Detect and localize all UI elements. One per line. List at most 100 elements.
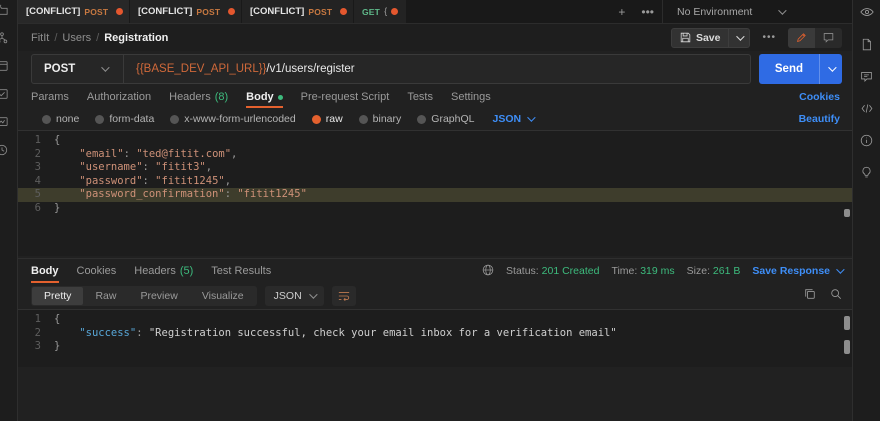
response-scroll-mark [844,340,850,354]
tab-params[interactable]: Params [31,86,69,108]
method-selector[interactable]: POST [32,55,124,83]
search-icon[interactable] [830,287,842,305]
code-token: { [54,134,60,146]
comment-mode-button[interactable] [815,28,842,48]
api-branch-icon[interactable] [0,32,8,44]
tab-tests[interactable]: Tests [407,86,433,108]
radio-label: GraphQL [431,113,474,125]
comments-icon[interactable] [860,70,873,88]
unsaved-dot-icon [228,8,235,15]
request-tab-strip: [CONFLICT]POSTRegi...[CONFLICT]POSTLogin… [18,0,852,24]
send-button[interactable]: Send [759,54,842,84]
view-tab-pretty[interactable]: Pretty [32,287,83,305]
body-type-options: none form-data x-www-form-urlencoded raw bin… [18,108,852,130]
method-value: POST [44,63,75,75]
response-section-tabs: Body Cookies Headers(5) Test Results Status:… [18,258,852,283]
tab-label: Body [246,91,274,103]
request-tab[interactable]: [CONFLICT]POSTLogin [130,0,242,23]
unsaved-dot-icon [116,8,123,15]
code-token: "fitit1245" [155,175,225,187]
code-token: } [54,340,60,352]
response-language: JSON [274,290,302,302]
breadcrumb-item[interactable]: Users [62,32,91,44]
code-token: : [136,327,149,339]
body-type-binary[interactable]: binary [359,113,402,125]
code-snippet-icon[interactable] [860,102,874,120]
environment-icon[interactable] [0,60,8,72]
new-tab-button[interactable]: + [610,0,633,23]
radio-icon [170,115,179,124]
monitor-icon[interactable] [0,116,8,128]
tab-headers[interactable]: Headers(8) [169,86,228,108]
line-number: 6 [18,202,54,216]
history-icon[interactable] [0,144,8,156]
view-tab-preview[interactable]: Preview [128,287,189,305]
mock-server-icon[interactable] [0,88,8,100]
tab-options-button[interactable]: ••• [633,0,662,23]
save-response-button[interactable]: Save Response [752,265,842,277]
response-tab-headers[interactable]: Headers(5) [134,259,193,283]
request-tab[interactable]: GET{ [354,0,407,23]
response-meta: Status: 201 CreatedTime: 319 msSize: 261… [482,264,842,279]
body-type-raw[interactable]: raw [312,113,343,125]
url-variable: {{BASE_DEV_API_URL}} [136,63,266,75]
more-actions-button[interactable]: ••• [758,32,780,43]
breadcrumb-item[interactable]: Registration [104,32,168,44]
code-line: 2 "success": "Registration successful, c… [18,327,852,341]
edit-mode-button[interactable] [788,28,815,48]
response-body-editor[interactable]: 1{2 "success": "Registration successful,… [18,309,852,367]
body-type-form-data[interactable]: form-data [95,113,154,125]
request-body-editor[interactable]: 1{2 "email": "ted@fitit.com",3 "username… [18,130,852,256]
editor-scroll-mark [844,209,850,217]
wrap-lines-button[interactable] [332,286,356,306]
response-view-tabs: PrettyRawPreviewVisualize [31,286,257,306]
save-options-button[interactable] [728,29,749,47]
info-icon[interactable] [860,134,873,152]
breadcrumb-item[interactable]: FitIt [31,32,49,44]
copy-icon[interactable] [804,287,816,305]
green-dot-icon [278,95,283,100]
url-input[interactable]: {{BASE_DEV_API_URL}}/v1/users/register [124,55,367,83]
tab-body[interactable]: Body [246,86,283,108]
collections-icon[interactable] [0,4,8,16]
save-label: Save [696,32,721,44]
line-number: 1 [18,134,54,148]
environment-selector[interactable]: No Environment [662,0,852,23]
code-token: { [54,313,60,325]
code-token [54,188,79,200]
line-number: 2 [18,327,54,341]
send-options-button[interactable] [819,54,842,84]
tab-pre-request-script[interactable]: Pre-request Script [301,86,390,108]
code-token: "password_confirmation" [79,188,224,200]
request-tab[interactable]: [CONFLICT]POSTLogo... [242,0,354,23]
code-token [54,175,79,187]
response-tab-test-results[interactable]: Test Results [211,259,271,283]
request-section-tabs: Params Authorization Headers(8) Body Pre-req… [18,86,852,108]
tab-method-label: POST [196,7,220,17]
documentation-icon[interactable] [860,38,873,56]
environment-name: No Environment [677,6,752,18]
tab-settings[interactable]: Settings [451,86,491,108]
chevron-down-icon [309,290,317,298]
tab-conflict-label: [CONFLICT] [138,6,192,17]
beautify-link[interactable]: Beautify [799,113,840,125]
empty-area [18,367,852,421]
cookies-link[interactable]: Cookies [799,91,840,103]
save-button[interactable]: Save [671,28,751,48]
response-tab-body[interactable]: Body [31,259,59,283]
code-token: , [206,161,212,173]
eye-icon[interactable] [860,5,874,24]
response-language-selector[interactable]: JSON [265,286,324,306]
tab-authorization[interactable]: Authorization [87,86,151,108]
view-tab-raw[interactable]: Raw [83,287,128,305]
response-tab-cookies[interactable]: Cookies [77,259,117,283]
lightbulb-icon[interactable] [860,166,873,184]
code-token: : [124,148,137,160]
wrap-text-icon [338,290,350,302]
body-type-none[interactable]: none [42,113,79,125]
request-tab[interactable]: [CONFLICT]POSTRegi... [18,0,130,23]
body-type-x-www-form-urlencoded[interactable]: x-www-form-urlencoded [170,113,295,125]
body-language-selector[interactable]: JSON [492,113,533,125]
body-type-GraphQL[interactable]: GraphQL [417,113,474,125]
view-tab-visualize[interactable]: Visualize [190,287,256,305]
